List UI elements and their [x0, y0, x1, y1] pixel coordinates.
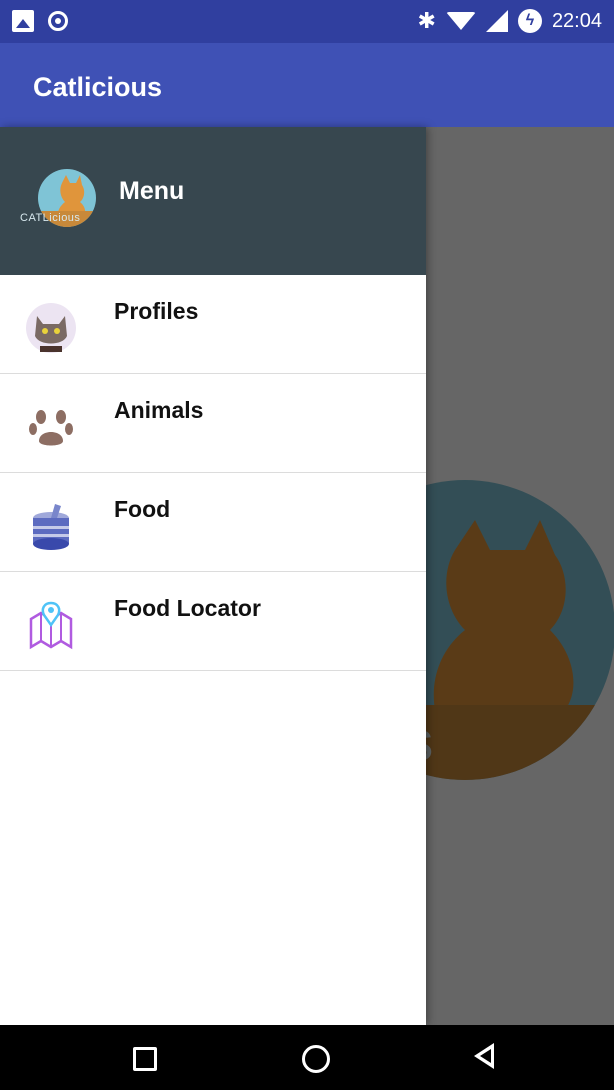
- drawer-header: CATLicious Menu: [0, 127, 426, 275]
- image-notification-icon: [12, 10, 34, 32]
- system-nav-bar: [0, 1025, 614, 1090]
- app-bar: Catlicious: [0, 43, 614, 127]
- wifi-icon: [445, 12, 476, 30]
- bluetooth-icon: ✱: [417, 8, 436, 33]
- home-button[interactable]: [302, 1045, 330, 1073]
- food-can-icon: [25, 500, 77, 552]
- menu-item-profiles[interactable]: Profiles: [0, 275, 426, 374]
- menu-item-label: Food: [114, 496, 171, 522]
- map-pin-icon: [25, 599, 77, 651]
- drawer-menu: Profiles Animals Food Food Locator: [0, 275, 426, 671]
- cat-face-icon: [25, 302, 77, 354]
- menu-item-label: Food Locator: [114, 595, 261, 621]
- recents-button[interactable]: [133, 1047, 157, 1071]
- menu-item-label: Profiles: [114, 298, 199, 324]
- app-title: Catlicious: [33, 72, 163, 102]
- status-bar: ✱ ϟ 22:04: [0, 0, 614, 43]
- menu-item-animals[interactable]: Animals: [0, 374, 426, 473]
- status-time: 22:04: [551, 9, 602, 32]
- navigation-drawer: CATLicious Menu Profiles Animals Food Fo…: [0, 127, 426, 1025]
- menu-item-label: Animals: [114, 397, 204, 423]
- menu-item-food-locator[interactable]: Food Locator: [0, 572, 426, 671]
- drawer-title: Menu: [119, 177, 185, 205]
- paw-icon: [25, 401, 77, 453]
- menu-item-food[interactable]: Food: [0, 473, 426, 572]
- back-icon: [480, 1049, 491, 1063]
- avatar-text: CATLicious: [20, 212, 81, 224]
- record-notification-icon: [48, 11, 68, 31]
- battery-charging-icon: ϟ: [517, 9, 542, 33]
- signal-icon: [485, 10, 508, 32]
